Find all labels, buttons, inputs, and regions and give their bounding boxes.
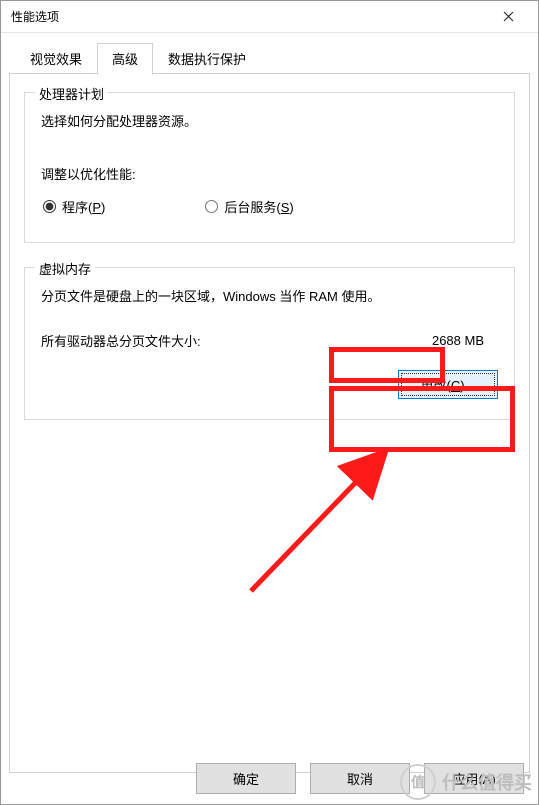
apply-button[interactable]: 应用(A) (424, 763, 524, 794)
radio-background-services-label: 后台服务(S) (224, 197, 293, 216)
dialog-content: 视觉效果 高级 数据执行保护 处理器计划 选择如何分配处理器资源。 调整以优化性… (1, 33, 538, 781)
dialog-window: 性能选项 视觉效果 高级 数据执行保护 处理器计划 选择如何分配处理器资源。 调… (0, 0, 539, 805)
dialog-action-row: 确定 取消 应用(A) (196, 763, 524, 794)
ok-button[interactable]: 确定 (196, 763, 296, 794)
virtual-memory-total-label: 所有驱动器总分页文件大小: (41, 331, 418, 350)
radio-programs-label: 程序(P) (62, 197, 105, 216)
radio-background-services[interactable]: 后台服务(S) (205, 197, 293, 216)
tab-advanced[interactable]: 高级 (97, 43, 153, 75)
tab-list: 视觉效果 高级 数据执行保护 (15, 43, 530, 74)
cancel-button[interactable]: 取消 (310, 763, 410, 794)
virtual-memory-legend: 虚拟内存 (35, 259, 95, 278)
virtual-memory-desc: 分页文件是硬盘上的一块区域，Windows 当作 RAM 使用。 (41, 286, 498, 305)
virtual-memory-group: 虚拟内存 分页文件是硬盘上的一块区域，Windows 当作 RAM 使用。 所有… (24, 267, 515, 420)
processor-scheduling-desc: 选择如何分配处理器资源。 (41, 111, 498, 130)
tab-dep[interactable]: 数据执行保护 (153, 43, 261, 74)
change-button[interactable]: 更改(C)... (398, 370, 498, 399)
virtual-memory-total-row: 所有驱动器总分页文件大小: 2688 MB (41, 331, 498, 350)
virtual-memory-total-value: 2688 MB (418, 333, 498, 348)
change-button-row: 更改(C)... (41, 370, 498, 399)
window-title: 性能选项 (11, 8, 488, 25)
radio-programs-input[interactable] (43, 200, 56, 213)
radio-background-services-input[interactable] (205, 200, 218, 213)
processor-scheduling-legend: 处理器计划 (35, 84, 108, 103)
tab-panel-advanced: 处理器计划 选择如何分配处理器资源。 调整以优化性能: 程序(P) 后台服务(S… (9, 73, 530, 773)
processor-scheduling-subhead: 调整以优化性能: (41, 164, 498, 183)
processor-scheduling-group: 处理器计划 选择如何分配处理器资源。 调整以优化性能: 程序(P) 后台服务(S… (24, 92, 515, 243)
close-button[interactable] (488, 2, 528, 32)
processor-scheduling-options: 程序(P) 后台服务(S) (43, 197, 498, 216)
titlebar: 性能选项 (1, 1, 538, 33)
close-icon (503, 11, 514, 22)
tab-visual-effects[interactable]: 视觉效果 (15, 43, 97, 74)
radio-programs[interactable]: 程序(P) (43, 197, 105, 216)
